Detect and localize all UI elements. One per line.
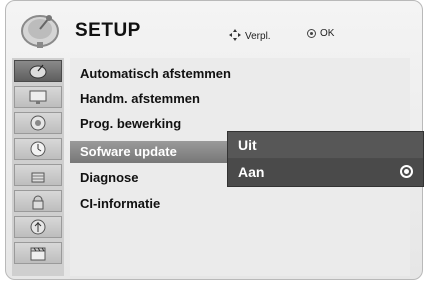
ok-hint: OK xyxy=(307,28,334,39)
monitor-icon xyxy=(29,90,47,104)
radio-selected-icon xyxy=(400,165,413,178)
clock-icon xyxy=(30,141,46,157)
sidebar-item-usb[interactable] xyxy=(14,216,62,238)
arrow-keys-icon xyxy=(228,28,242,45)
keyhole-icon xyxy=(32,195,44,210)
submenu-option-aan[interactable]: Aan xyxy=(228,159,423,185)
page-title: SETUP xyxy=(75,20,141,41)
satellite-dish-icon xyxy=(29,64,47,79)
submenu-option-label: Uit xyxy=(238,137,257,153)
menu-item-ci-informatie[interactable]: CI-informatie xyxy=(70,193,410,215)
sidebar-item-audio[interactable] xyxy=(14,112,62,134)
usb-icon xyxy=(30,219,46,235)
sidebar-item-time[interactable] xyxy=(14,138,62,160)
move-hint: Verpl. xyxy=(228,28,271,45)
ok-button-icon xyxy=(307,29,316,38)
sidebar-item-picture[interactable] xyxy=(14,86,62,108)
sidebar xyxy=(12,58,64,276)
sidebar-item-setup[interactable] xyxy=(14,60,62,82)
lock-icon xyxy=(31,172,45,183)
ok-hint-label: OK xyxy=(320,28,335,39)
submenu-option-uit[interactable]: Uit xyxy=(228,132,423,158)
submenu: Uit Aan xyxy=(227,131,424,187)
sidebar-item-option[interactable] xyxy=(14,190,62,212)
film-clapper-icon xyxy=(30,247,46,261)
menu-item-automatisch-afstemmen[interactable]: Automatisch afstemmen xyxy=(70,63,410,85)
menu-item-handm-afstemmen[interactable]: Handm. afstemmen xyxy=(70,88,410,110)
move-hint-label: Verpl. xyxy=(245,31,271,42)
submenu-option-label: Aan xyxy=(238,164,265,180)
menu-item-sofware-update[interactable]: Sofware update xyxy=(70,141,230,163)
sidebar-item-media[interactable] xyxy=(14,242,62,264)
satellite-dish-icon xyxy=(18,9,62,49)
speaker-icon xyxy=(30,115,46,131)
sidebar-item-lock[interactable] xyxy=(14,164,62,186)
header: SETUP Verpl. OK xyxy=(6,1,422,59)
